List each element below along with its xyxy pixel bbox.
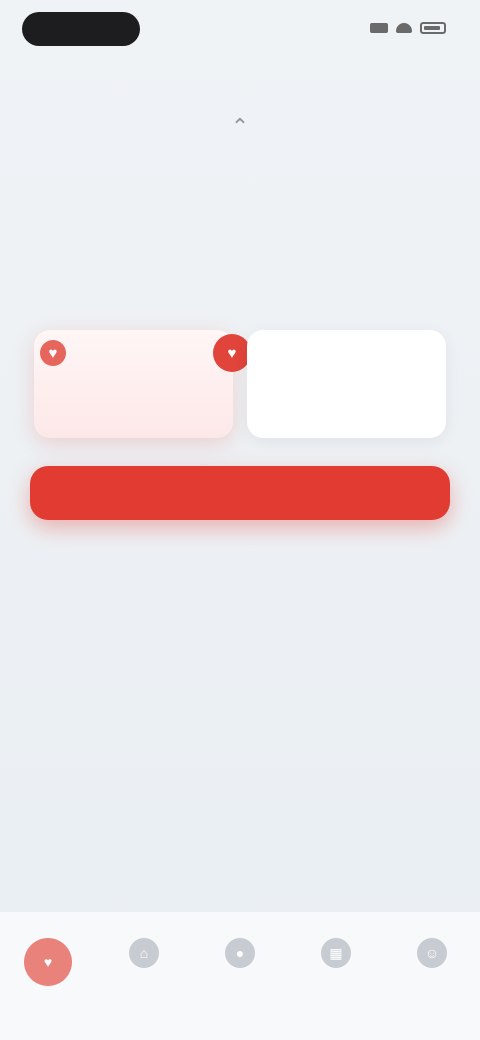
calendar-icon: ▦ <box>321 938 351 968</box>
tab-favorites[interactable]: ♥ <box>13 938 83 996</box>
signal-icon <box>370 23 388 33</box>
heart-icon: ♥ <box>24 938 72 986</box>
chat-icon: ● <box>225 938 255 968</box>
tab-home[interactable]: ⌂ <box>109 938 179 978</box>
tab-bar: ♥ ⌂ ● ▦ ☺ <box>0 912 480 1040</box>
profile-icon: ☺ <box>417 938 447 968</box>
heart-icon: ♥ <box>40 340 66 366</box>
plan-card-primary[interactable]: ♥ ♥ <box>34 330 251 438</box>
chevron-up-icon[interactable]: ⌃ <box>222 112 258 142</box>
tab-calendar[interactable]: ▦ <box>301 938 371 978</box>
tab-profile[interactable]: ☺ <box>397 938 467 978</box>
wifi-icon <box>396 23 412 33</box>
battery-icon <box>420 22 446 34</box>
plan-selector: ♥ ♥ <box>34 330 446 438</box>
paywall-screen: ⌃ ♥ ♥ ♥ ⌂ ● ▦ ☺ <box>0 0 480 1040</box>
subscribe-button[interactable] <box>30 466 450 520</box>
home-icon: ⌂ <box>129 938 159 968</box>
tab-chat[interactable]: ● <box>205 938 275 978</box>
status-bar <box>0 0 480 64</box>
dynamic-island <box>22 12 140 46</box>
status-icons <box>370 22 446 34</box>
plan-card-secondary[interactable] <box>247 330 446 438</box>
heart-icon: ♥ <box>213 334 251 372</box>
